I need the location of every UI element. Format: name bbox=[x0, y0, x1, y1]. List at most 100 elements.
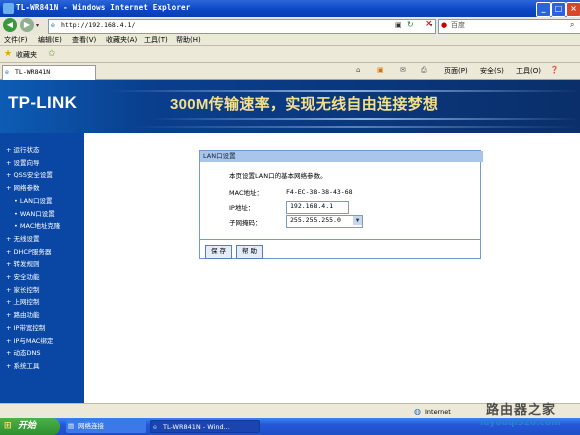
ip-address-label: IP地址： bbox=[229, 204, 255, 212]
bullet-icon: + bbox=[6, 285, 14, 294]
banner-streak bbox=[130, 126, 580, 128]
subnet-mask-label: 子网掩码： bbox=[229, 219, 262, 227]
watermark-text: 路由器之家 bbox=[486, 403, 557, 418]
sidebar-item[interactable]: + 运行状态 bbox=[6, 144, 40, 154]
mail-icon[interactable]: ✉ bbox=[400, 66, 406, 74]
sidebar-item[interactable]: + DHCP服务器 bbox=[6, 246, 51, 256]
menu-edit[interactable]: 编辑(E) bbox=[38, 35, 62, 45]
bullet-icon: + bbox=[6, 158, 14, 167]
favorites-label[interactable]: 收藏夹 bbox=[16, 50, 37, 60]
refresh-icon[interactable]: ↻ bbox=[407, 20, 414, 29]
sidebar-item-label: 无线设置 bbox=[13, 234, 40, 243]
address-url: http://192.168.4.1/ bbox=[61, 21, 136, 29]
task-internet-explorer[interactable]: e TL-WR841N - Wind... bbox=[150, 420, 260, 433]
bullet-icon: + bbox=[6, 184, 14, 193]
menu-help[interactable]: 帮助(H) bbox=[176, 35, 201, 45]
sidebar-item-label: 系统工具 bbox=[13, 361, 40, 370]
bullet-icon: + bbox=[6, 323, 14, 332]
mac-address-value: F4-EC-38-38-43-68 bbox=[286, 188, 353, 196]
tab-page-icon: e bbox=[5, 68, 9, 76]
help-icon[interactable]: ❓ bbox=[550, 66, 559, 74]
print-icon[interactable]: ⎙ bbox=[421, 66, 427, 75]
sidebar-item-label: 运行状态 bbox=[13, 146, 40, 154]
tools-menu[interactable]: 工具(O) bbox=[516, 66, 541, 76]
sidebar-item[interactable]: + 上网控制 bbox=[6, 296, 40, 306]
menu-file[interactable]: 文件(F) bbox=[4, 35, 28, 45]
sidebar-item-label: 安全功能 bbox=[13, 273, 40, 281]
banner-slogan: 300M传输速率，实现无线自由连接梦想 bbox=[170, 96, 439, 113]
tab-tl-wr841n[interactable]: e TL-WR841N bbox=[2, 65, 96, 80]
panel-description: 本页设置LAN口的基本网络参数。 bbox=[229, 172, 327, 180]
address-input[interactable]: e http://192.168.4.1/ ▾ bbox=[48, 19, 436, 34]
sidebar-item-label: QSS安全设置 bbox=[13, 171, 53, 180]
minimize-button[interactable]: _ bbox=[536, 2, 551, 17]
sidebar-item-label: 路由功能 bbox=[13, 311, 40, 320]
ie-task-icon: e bbox=[153, 423, 157, 431]
sidebar-item[interactable]: + 转发规则 bbox=[6, 258, 40, 268]
subnet-mask-select[interactable]: 255.255.255.0 ▼ bbox=[286, 215, 363, 228]
ip-address-input[interactable]: 192.168.4.1 bbox=[286, 201, 349, 214]
sidebar-item[interactable]: • MAC地址克隆 bbox=[14, 220, 60, 230]
home-icon[interactable]: ⌂ bbox=[356, 66, 360, 74]
feeds-icon[interactable]: ▣ bbox=[377, 66, 384, 74]
sidebar-item-label: MAC地址克隆 bbox=[19, 222, 61, 231]
task-label: TL-WR841N - Wind... bbox=[163, 423, 230, 431]
sidebar-item-label: WAN口设置 bbox=[19, 209, 55, 218]
bullet-icon: + bbox=[6, 298, 14, 307]
tab-bar: e TL-WR841N ⌂ ▣ ✉ ⎙ 页面(P) 安全(S) 工具(O) ❓ bbox=[0, 63, 580, 80]
sidebar-item[interactable]: + 动态DNS bbox=[6, 347, 41, 357]
site-watermark: 路由器之家 luyouqi520.com bbox=[470, 395, 580, 435]
sidebar-item[interactable]: + 系统工具 bbox=[6, 360, 40, 370]
sidebar-item-label: IP带宽控制 bbox=[13, 323, 46, 332]
sidebar-item[interactable]: + 设置向导 bbox=[6, 157, 40, 167]
forward-button[interactable]: ▶ bbox=[20, 18, 34, 32]
menu-view[interactable]: 查看(V) bbox=[72, 35, 96, 45]
task-label: 网络连接 bbox=[78, 422, 104, 430]
banner-streak bbox=[110, 90, 580, 92]
sidebar-item[interactable]: • WAN口设置 bbox=[14, 208, 55, 218]
stop-icon[interactable]: × bbox=[425, 19, 433, 29]
sidebar-item[interactable]: + 路由功能 bbox=[6, 309, 40, 319]
menu-favorites[interactable]: 收藏夹(A) bbox=[106, 35, 137, 45]
baidu-icon: ● bbox=[441, 21, 448, 29]
sidebar-item[interactable]: + 无线设置 bbox=[6, 233, 40, 243]
bullet-icon: + bbox=[6, 273, 14, 281]
task-network-connections[interactable]: ▤ 网络连接 bbox=[66, 420, 146, 433]
search-input[interactable]: ● 百度 bbox=[438, 19, 580, 34]
bullet-icon: + bbox=[6, 146, 14, 154]
bullet-icon: + bbox=[6, 311, 14, 320]
add-favorite-icon[interactable]: ✩ bbox=[48, 49, 56, 59]
sidebar-item[interactable]: • LAN口设置 bbox=[14, 195, 53, 205]
start-button[interactable]: ⊞ 开始 bbox=[0, 418, 60, 435]
bullet-icon: + bbox=[6, 349, 14, 358]
subnet-mask-value: 255.255.255.0 bbox=[290, 216, 341, 224]
window-title-bar: TL-WR841N - Windows Internet Explorer _ … bbox=[0, 0, 580, 17]
sidebar-item[interactable]: + IP与MAC绑定 bbox=[6, 335, 53, 345]
sidebar-item-label: 设置向导 bbox=[13, 158, 40, 167]
maximize-button[interactable]: □ bbox=[551, 2, 566, 17]
sidebar-item[interactable]: + IP带宽控制 bbox=[6, 322, 45, 332]
sidebar-item-label: 家长控制 bbox=[13, 285, 40, 294]
search-icon[interactable]: ⌕ bbox=[570, 20, 574, 30]
sidebar-item[interactable]: + 网络参数 bbox=[6, 182, 40, 192]
sidebar-item-label: 网络参数 bbox=[13, 184, 40, 193]
help-button[interactable]: 帮 助 bbox=[236, 245, 263, 259]
bullet-icon: + bbox=[6, 171, 14, 180]
page-menu[interactable]: 页面(P) bbox=[444, 66, 468, 76]
sidebar-item[interactable]: + QSS安全设置 bbox=[6, 169, 53, 179]
favorites-star-icon: ★ bbox=[4, 49, 13, 59]
sidebar-item[interactable]: + 安全功能 bbox=[6, 271, 40, 281]
menu-tools[interactable]: 工具(T) bbox=[144, 35, 168, 45]
bullet-icon: + bbox=[6, 336, 14, 345]
safety-menu[interactable]: 安全(S) bbox=[480, 66, 504, 76]
sidebar-item-label: LAN口设置 bbox=[19, 196, 53, 205]
sidebar-item[interactable]: + 家长控制 bbox=[6, 284, 40, 294]
panel-divider bbox=[200, 239, 480, 240]
save-button[interactable]: 保 存 bbox=[205, 245, 232, 259]
compatibility-icon[interactable]: ▣ bbox=[395, 21, 402, 29]
router-banner: TP-LINK 300M传输速率，实现无线自由连接梦想 bbox=[0, 80, 580, 133]
window-title: TL-WR841N - Windows Internet Explorer bbox=[16, 3, 191, 12]
close-button[interactable]: × bbox=[566, 2, 580, 17]
history-dropdown-icon[interactable]: ▾ bbox=[36, 22, 39, 29]
back-button[interactable]: ◀ bbox=[3, 18, 17, 32]
